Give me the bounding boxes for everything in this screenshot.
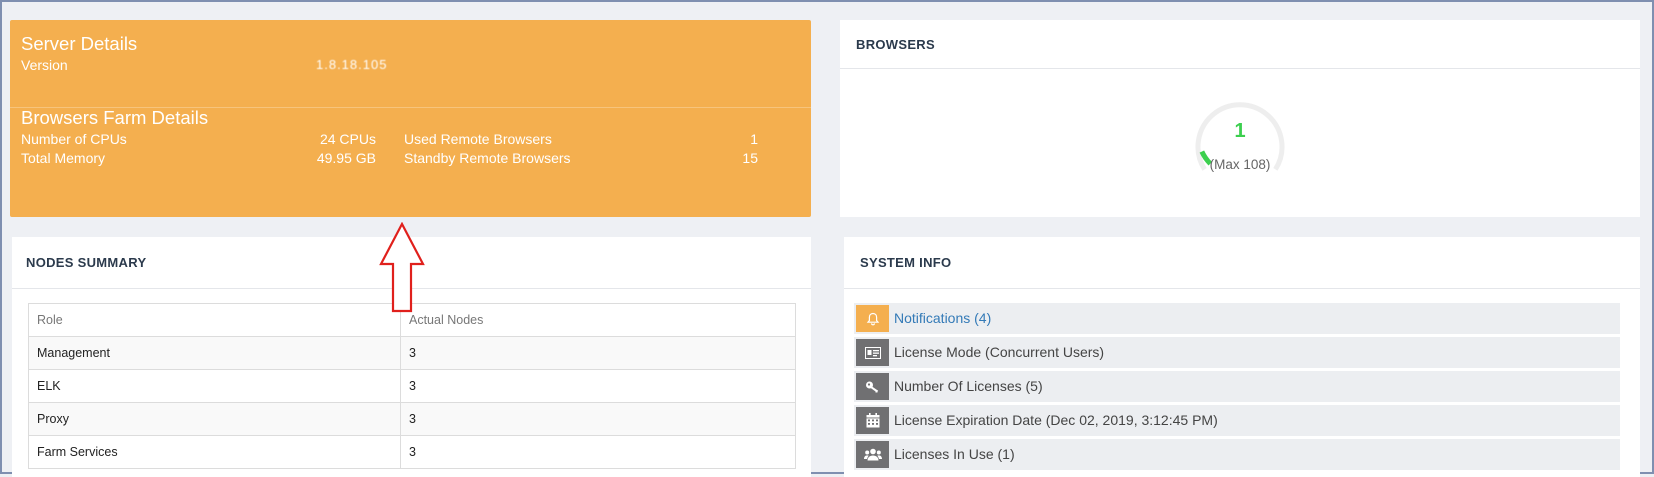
- memory-label: Total Memory: [21, 150, 106, 166]
- cpus-value: 24 CPUs: [319, 131, 376, 147]
- system-item-notifications[interactable]: Notifications (4): [854, 303, 1620, 334]
- standby-browsers-value: 15: [742, 150, 758, 166]
- nodes-cell: 3: [400, 435, 796, 469]
- server-details-title: Server Details: [21, 33, 138, 54]
- role-cell: Management: [28, 336, 401, 370]
- divider: [844, 288, 1640, 289]
- used-browsers-value: 1: [750, 131, 758, 147]
- role-cell: Farm Services: [28, 435, 401, 469]
- notifications-link[interactable]: Notifications (4): [894, 310, 991, 326]
- standby-browsers-label: Standby Remote Browsers: [404, 150, 571, 166]
- role-cell: Proxy: [28, 402, 401, 436]
- system-item-license-expiration: License Expiration Date (Dec 02, 2019, 3…: [854, 405, 1620, 436]
- system-item-number-of-licenses: Number Of Licenses (5): [854, 371, 1620, 402]
- nodes-cell: 3: [400, 369, 796, 403]
- key-icon: [856, 373, 889, 400]
- annotation-arrow-icon: [379, 222, 425, 313]
- system-item-license-mode: License Mode (Concurrent Users): [854, 337, 1620, 368]
- system-info-title: SYSTEM INFO: [860, 255, 952, 270]
- licenses-in-use-label: Licenses In Use (1): [894, 446, 1015, 462]
- table-row: ELK 3: [28, 369, 796, 403]
- version-value: 1.8.18.105: [316, 57, 388, 72]
- role-cell: ELK: [28, 369, 401, 403]
- table-row: Proxy 3: [28, 402, 796, 436]
- memory-value: 49.95 GB: [316, 150, 376, 166]
- calendar-icon: [856, 407, 889, 434]
- number-of-licenses-label: Number Of Licenses (5): [894, 378, 1043, 394]
- license-expiration-label: License Expiration Date (Dec 02, 2019, 3…: [894, 412, 1218, 428]
- nodes-cell: 3: [400, 336, 796, 370]
- table-row: Management 3: [28, 336, 796, 370]
- column-header-actual-nodes: Actual Nodes: [400, 303, 796, 337]
- license-mode-label: License Mode (Concurrent Users): [894, 344, 1105, 360]
- id-card-icon: [856, 339, 889, 366]
- browsers-max: (Max 108): [1209, 157, 1271, 172]
- browsers-title: BROWSERS: [856, 37, 935, 52]
- cpus-label: Number of CPUs: [21, 131, 127, 147]
- table-row: Farm Services 3: [28, 435, 796, 469]
- used-browsers-label: Used Remote Browsers: [404, 131, 552, 147]
- version-label: Version: [21, 57, 68, 73]
- nodes-summary-title: NODES SUMMARY: [26, 255, 147, 270]
- nodes-cell: 3: [400, 402, 796, 436]
- server-details-panel: Server Details Version 1.8.18.105 Browse…: [10, 20, 811, 217]
- users-icon: [856, 441, 889, 468]
- bell-icon: [856, 305, 889, 332]
- nodes-table: Role Actual Nodes Management 3 ELK 3 Pro…: [28, 303, 796, 469]
- farm-details-title: Browsers Farm Details: [21, 107, 209, 128]
- divider: [840, 68, 1640, 69]
- browsers-count: 1: [1234, 120, 1246, 142]
- browsers-panel: BROWSERS 1 (Max 108): [840, 20, 1640, 217]
- system-item-licenses-in-use: Licenses In Use (1): [854, 439, 1620, 470]
- system-info-panel: SYSTEM INFO Notifications (4) License Mo…: [844, 237, 1640, 477]
- column-header-role: Role: [28, 303, 401, 337]
